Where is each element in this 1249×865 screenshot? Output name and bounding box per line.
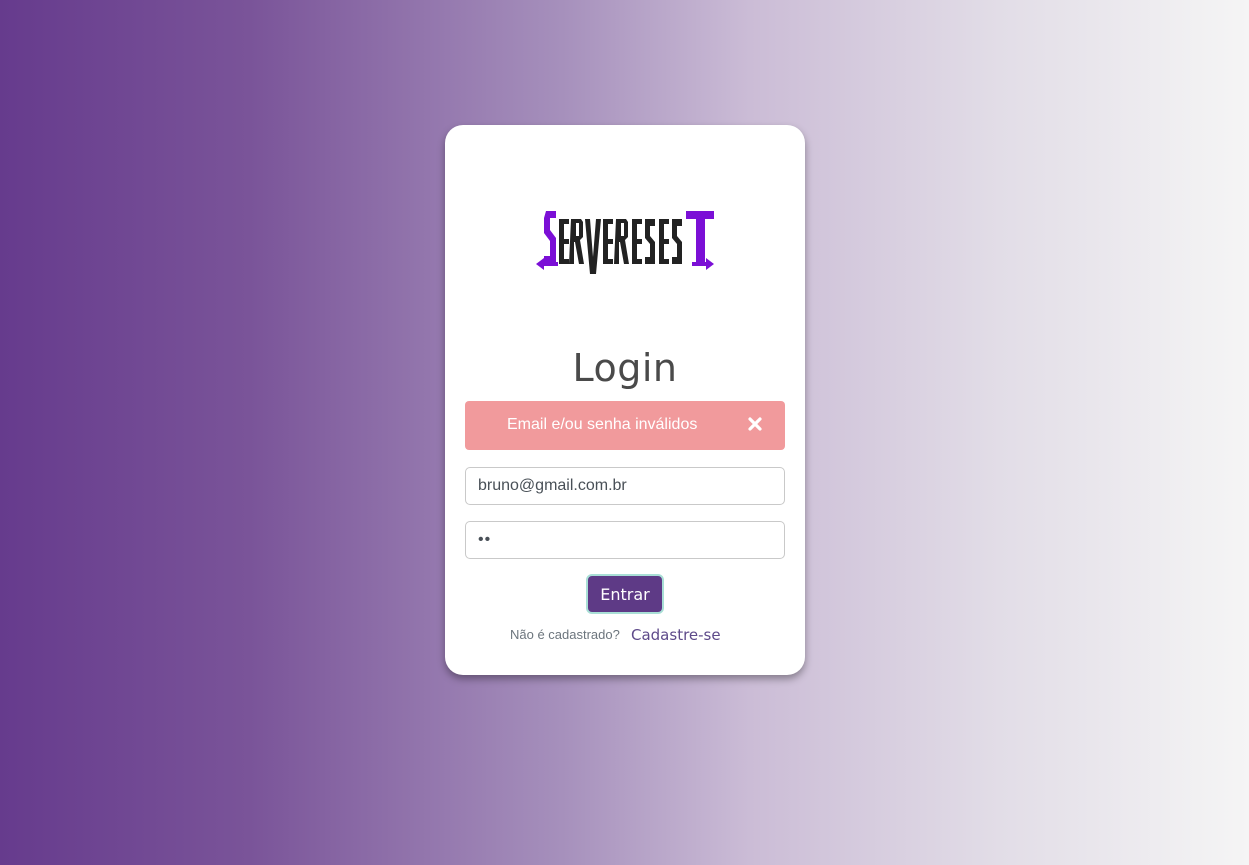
login-card: Login Email e/ou senha inválidos Entrar … [445,125,805,675]
email-field[interactable] [465,467,785,505]
signup-row: Não é cadastrado? Cadastre-se [445,625,805,647]
login-title: Login [572,346,678,390]
serverest-logo [536,209,716,279]
password-field[interactable] [465,521,785,559]
signup-link[interactable]: Cadastre-se [631,626,721,644]
error-alert-message: Email e/ou senha inválidos [507,416,698,433]
login-button[interactable]: Entrar [586,574,664,614]
signup-question: Não é cadastrado? [510,627,620,642]
close-icon[interactable] [745,413,765,435]
error-alert: Email e/ou senha inválidos [465,401,785,450]
